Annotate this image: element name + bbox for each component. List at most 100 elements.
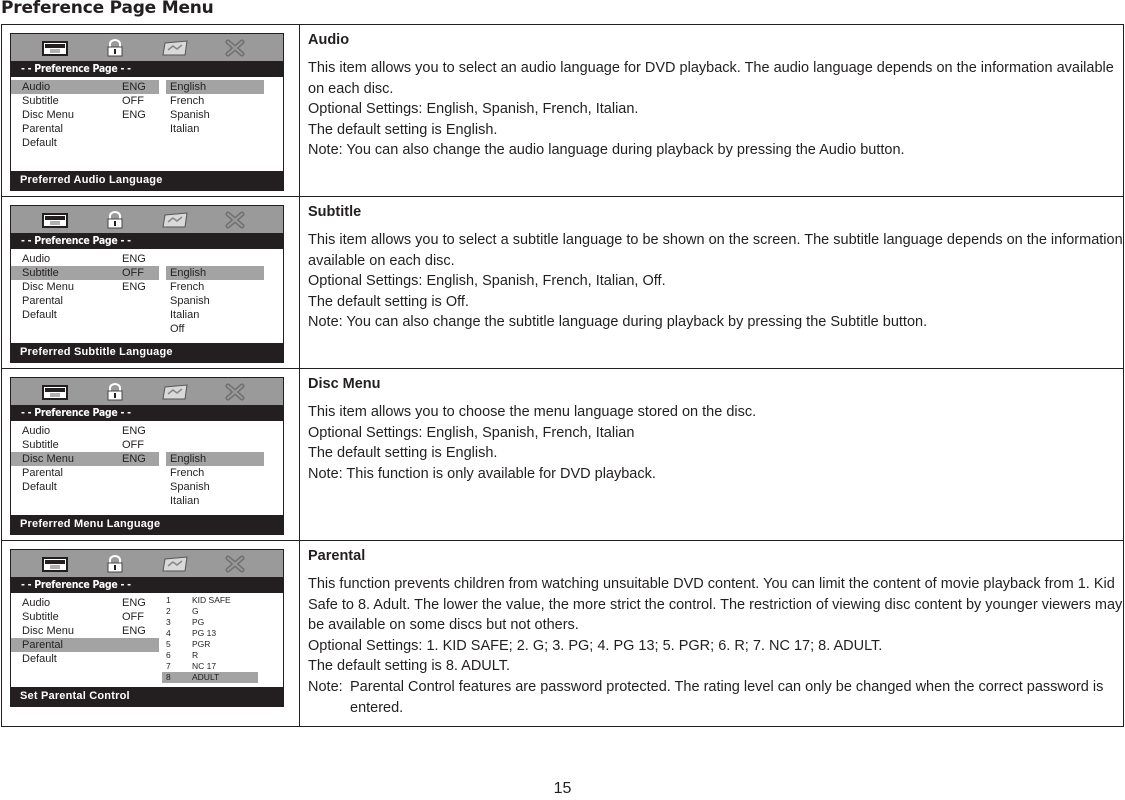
osd-screen: - - Preference Page - - Audio ENG Subtitle O… (10, 549, 284, 707)
exit-icon (225, 383, 245, 400)
section-paragraph: The default setting is 8. ADULT. (308, 658, 511, 675)
section-row-audio: - - Preference Page - - Audio ENG Subtitle O… (1, 24, 1124, 197)
osd-menu-item-label: Disc Menu (22, 109, 74, 121)
preference-icon (162, 555, 188, 571)
page-title: Preference Page Menu (1, 0, 214, 18)
osd-menu-item-value: OFF (122, 439, 144, 451)
osd-menu-item-value: ENG (122, 597, 146, 609)
osd-body: Audio ENG Subtitle OFF Disc Menu ENG Parental D… (11, 421, 283, 515)
osd-rating-label: NC 17 (192, 661, 217, 671)
osd-rating-option: 1 KID SAFE (162, 595, 258, 606)
osd-menu-item-label: Audio (22, 597, 51, 609)
osd-menu-item-label: Audio (22, 81, 51, 93)
section-row-parental: - - Preference Page - - Audio ENG Subtitle O… (1, 540, 1124, 727)
exit-icon (225, 39, 245, 56)
osd-icon-bar (11, 34, 283, 61)
osd-menu-item: Subtitle OFF (11, 438, 159, 452)
osd-menu-item: Audio ENG (11, 596, 159, 610)
preference-menu-table: - - Preference Page - - Audio ENG Subtitle O… (1, 24, 1124, 727)
osd-rating-option: 5 PGR (162, 639, 258, 650)
preference-icon (162, 39, 188, 55)
osd-menu-item-value: OFF (122, 267, 144, 279)
section-note: Note: Parental Control features are passw… (308, 677, 1123, 718)
osd-menu-item-value: ENG (122, 253, 146, 265)
osd-menu-item-value: ENG (122, 425, 146, 437)
lock-icon (107, 210, 123, 228)
osd-header: - - Preference Page - - (11, 577, 283, 593)
section-paragraph: The default setting is English. (308, 121, 498, 138)
osd-rating-option: 3 PG (162, 617, 258, 628)
osd-menu-item-value (122, 638, 159, 652)
preference-icon (162, 383, 188, 399)
osd-rating-label: PG 13 (192, 628, 217, 638)
description-cell: Subtitle This item allows you to select a… (299, 196, 1124, 369)
lock-icon (107, 38, 123, 56)
osd-menu-item: Audio ENG (11, 424, 159, 438)
osd-menu-item-value: ENG (122, 81, 146, 93)
osd-body: Audio ENG Subtitle OFF Disc Menu ENG Parental D… (11, 593, 283, 687)
osd-menu-item-value: OFF (122, 95, 144, 107)
lock-icon (107, 382, 123, 400)
osd-option: English (166, 266, 264, 280)
osd-header: - - Preference Page - - (11, 405, 283, 421)
osd-menu-item-value (122, 294, 159, 308)
section-paragraph: This function prevents children from wat… (308, 576, 1123, 634)
section-paragraph: Note: You can also change the subtitle l… (308, 314, 928, 331)
osd-menu-item: Disc Menu ENG (11, 108, 159, 122)
osd-options-list: English French Spanish Italian (166, 452, 264, 508)
osd-option: French (170, 467, 205, 479)
osd-menu-item-value: ENG (122, 453, 146, 465)
osd-menu-item-label: Audio (22, 253, 51, 265)
osd-menu-item-label: Disc Menu (22, 453, 74, 465)
osd-menu-item-value: OFF (122, 611, 144, 623)
osd-rating-option: 4 PG 13 (162, 628, 258, 639)
osd-screenshot-cell: - - Preference Page - - Audio ENG Subtitle O… (1, 368, 300, 541)
general-setup-icon (42, 384, 68, 400)
section-heading: Parental (308, 548, 366, 564)
osd-icon-bar (11, 550, 283, 577)
osd-menu-item-value (122, 652, 159, 666)
osd-option: English (166, 452, 264, 466)
section-heading: Subtitle (308, 204, 362, 220)
osd-option: Off (170, 323, 185, 335)
section-paragraph: This item allows you to select an audio … (308, 60, 1114, 97)
osd-icon-bar (11, 378, 283, 405)
osd-rating-option: 8 ADULT (162, 672, 258, 683)
osd-menu-item-label: Audio (22, 425, 51, 437)
osd-option: Italian (170, 495, 200, 507)
osd-footer: Preferred Audio Language (11, 171, 283, 190)
osd-footer: Preferred Menu Language (11, 515, 283, 534)
description-cell: Parental This function prevents children … (299, 540, 1124, 727)
osd-menu-item-label: Subtitle (22, 267, 59, 279)
osd-screen: - - Preference Page - - Audio ENG Subtitle O… (10, 377, 284, 535)
osd-rating-label: KID SAFE (192, 595, 231, 605)
osd-menu-item-label: Subtitle (22, 95, 59, 107)
osd-menu-item-value: ENG (122, 625, 146, 637)
osd-rating-label: G (192, 606, 199, 616)
osd-menu-list: Audio ENG Subtitle OFF Disc Menu ENG Parental D… (11, 252, 159, 322)
osd-icon-bar (11, 206, 283, 233)
osd-option: Spanish (170, 481, 210, 493)
osd-rating-number: 6 (166, 650, 171, 660)
osd-header: - - Preference Page - - (11, 233, 283, 249)
section-paragraph: This item allows you to select a subtitl… (308, 232, 1123, 269)
osd-menu-item-label: Disc Menu (22, 281, 74, 293)
osd-option: French (170, 281, 205, 293)
osd-screenshot-cell: - - Preference Page - - Audio ENG Subtitle O… (1, 540, 300, 727)
osd-menu-item: Parental (11, 294, 159, 308)
exit-icon (225, 211, 245, 228)
osd-rating-label: PGR (192, 639, 211, 649)
osd-menu-item-label: Subtitle (22, 611, 59, 623)
osd-rating-option: 2G (162, 606, 258, 617)
osd-ratings-list: 1 KID SAFE 2 G 3 PG 4 PG 13 5 PGR 6 R 7 NC 17 8 ADULT (162, 595, 258, 683)
osd-menu-list: Audio ENG Subtitle OFF Disc Menu ENG Parental D… (11, 596, 159, 666)
osd-menu-item-label: Default (22, 481, 57, 493)
osd-menu-item: Default (11, 136, 159, 150)
osd-option: French (170, 95, 205, 107)
osd-menu-item: Disc Menu ENG (11, 452, 159, 466)
osd-menu-item: Parental (11, 466, 159, 480)
osd-rating-label: ADULT (192, 672, 220, 682)
description-cell: Audio This item allows you to select an a… (299, 24, 1124, 197)
osd-menu-item-label: Parental (22, 123, 63, 135)
osd-rating-number: 8 (166, 672, 171, 682)
